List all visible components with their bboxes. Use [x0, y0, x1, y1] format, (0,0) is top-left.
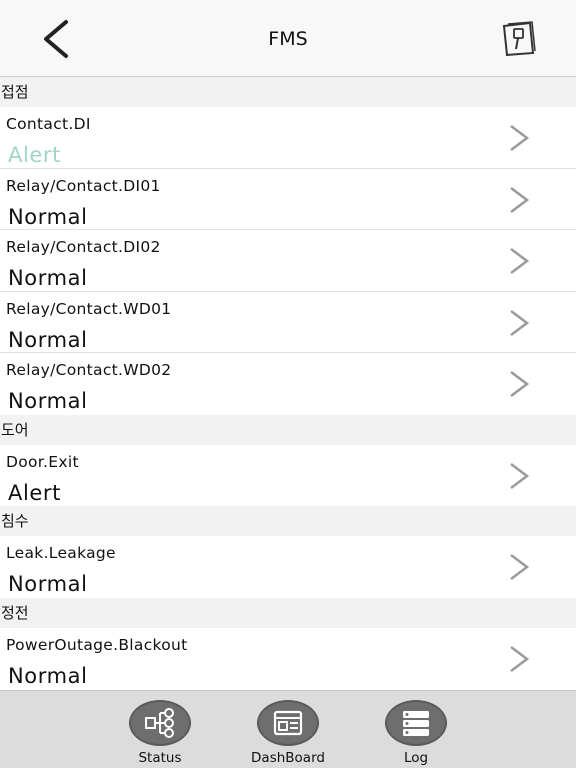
list-item[interactable]: Relay/Contact.WD02 Normal — [0, 353, 576, 415]
list-item-label: Door.Exit — [6, 452, 79, 471]
status-value: Alert — [8, 143, 61, 167]
chevron-right-icon — [510, 186, 530, 213]
status-value: Normal — [8, 327, 88, 352]
tab-label: Status — [138, 750, 182, 766]
tab-label: DashBoard — [251, 750, 325, 766]
list-item[interactable]: Door.Exit Alert — [0, 444, 576, 506]
status-value: Alert — [8, 480, 61, 505]
hierarchy-icon — [145, 708, 174, 738]
tab-icon-bg — [257, 700, 319, 746]
list-item[interactable]: Relay/Contact.DI01 Normal — [0, 168, 576, 230]
list-item[interactable]: PowerOutage.Blackout Normal — [0, 627, 576, 689]
list-item[interactable]: Relay/Contact.DI02 Normal — [0, 230, 576, 292]
chevron-right-icon — [510, 309, 530, 336]
chevron-right-icon — [510, 125, 530, 151]
status-value: Normal — [8, 663, 88, 688]
list-item-label: Relay/Contact.DI01 — [6, 176, 161, 195]
page-title: FMS — [268, 28, 308, 50]
top-nav-bar: FMS — [0, 0, 576, 77]
list-item-label: Contact.DI — [6, 115, 91, 133]
status-value: Normal — [8, 389, 88, 413]
status-value: Normal — [8, 266, 88, 290]
tab-log[interactable]: Log — [366, 697, 466, 767]
list-item[interactable]: Leak.Leakage Normal — [0, 536, 576, 598]
chevron-right-icon — [510, 248, 530, 274]
tab-icon-bg — [129, 700, 191, 746]
list-item-label: Relay/Contact.DI02 — [6, 238, 161, 256]
status-value: Normal — [8, 204, 88, 229]
section-header-power: 정전 — [0, 597, 576, 628]
section-header-contact: 접점 — [0, 77, 576, 107]
list-item-label: Relay/Contact.WD01 — [6, 299, 172, 318]
chevron-right-icon — [510, 645, 530, 672]
section-header-leak: 침수 — [0, 506, 576, 536]
door-icon[interactable] — [500, 20, 538, 58]
section-header-door: 도어 — [0, 414, 576, 445]
list-item[interactable]: Contact.DI Alert — [0, 107, 576, 169]
tab-icon-bg — [385, 700, 447, 746]
list-item-label: PowerOutage.Blackout — [6, 635, 188, 654]
bottom-tab-bar: Status DashBoard Log — [0, 690, 576, 768]
chevron-right-icon — [510, 371, 530, 397]
status-value: Normal — [8, 572, 88, 596]
sensor-list: 접점 Contact.DI Alert Relay/Contact.DI01 N… — [0, 77, 576, 690]
tab-dashboard[interactable]: DashBoard — [238, 697, 338, 767]
list-item-label: Leak.Leakage — [6, 544, 116, 562]
list-icon — [403, 711, 429, 736]
dashboard-icon — [273, 710, 303, 736]
list-item[interactable]: Relay/Contact.WD01 Normal — [0, 291, 576, 353]
tab-label: Log — [403, 750, 429, 766]
tab-status[interactable]: Status — [110, 697, 210, 767]
chevron-right-icon — [510, 462, 530, 489]
list-item-label: Relay/Contact.WD02 — [6, 361, 172, 379]
chevron-right-icon — [510, 554, 530, 580]
